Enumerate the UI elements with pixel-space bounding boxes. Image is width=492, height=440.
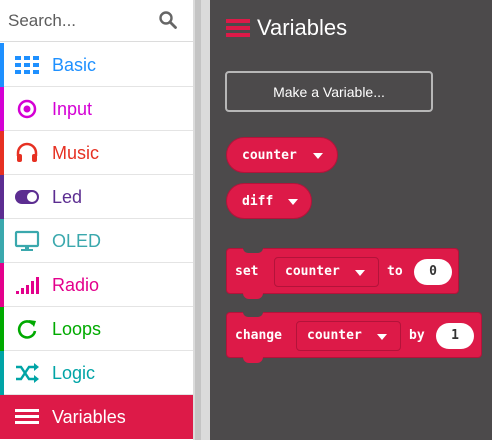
variable-dropdown[interactable]: counter — [274, 257, 379, 287]
category-label: Logic — [52, 363, 96, 383]
scrollbar-thumb[interactable] — [195, 0, 201, 440]
dropdown-value: counter — [307, 328, 362, 343]
number-input[interactable]: 1 — [436, 323, 474, 349]
block-notch — [243, 312, 263, 317]
refresh-icon — [17, 320, 37, 339]
block-keyword-by: by — [409, 328, 425, 343]
block-keyword-change: change — [235, 328, 282, 343]
block-tab — [243, 293, 263, 299]
search-box — [0, 0, 193, 42]
category-label: Variables — [52, 407, 126, 427]
toolbox-scrollbar[interactable] — [193, 0, 210, 440]
block-keyword-set: set — [235, 264, 259, 279]
category-music[interactable]: Music — [0, 131, 193, 175]
signal-bars-icon — [16, 277, 39, 294]
search-input[interactable] — [8, 8, 156, 34]
category-color-bar — [0, 263, 4, 307]
toggle-icon — [15, 190, 39, 204]
dropdown-caret-icon — [355, 270, 365, 276]
category-label: Basic — [52, 55, 97, 75]
variable-reporter-block[interactable]: counter — [226, 137, 338, 173]
set-variable-block[interactable]: set counter to 0 — [226, 248, 459, 299]
category-color-bar — [0, 175, 4, 219]
dropdown-caret-icon — [377, 334, 387, 340]
category-label: Loops — [52, 319, 102, 339]
category-color-bar — [0, 307, 4, 351]
monitor-icon — [14, 230, 40, 251]
category-label: Led — [52, 187, 83, 207]
category-variables[interactable]: Variables — [0, 395, 193, 439]
toolbox: Basic Input Music Led — [0, 0, 193, 440]
category-color-bar — [0, 351, 4, 395]
block-tab — [243, 357, 263, 363]
category-radio[interactable]: Radio — [0, 263, 193, 307]
variable-reporter-block[interactable]: diff — [226, 183, 312, 219]
category-color-bar — [0, 131, 4, 175]
variable-dropdown[interactable]: counter — [296, 321, 401, 351]
change-variable-block[interactable]: change counter by 1 — [226, 312, 482, 363]
category-label: Input — [52, 99, 93, 119]
search-icon[interactable] — [158, 10, 178, 30]
category-label: Radio — [52, 275, 100, 295]
block-notch — [243, 248, 263, 253]
category-label: OLED — [52, 231, 102, 251]
list-icon — [226, 19, 250, 37]
flyout: Variables Make a Variable... counter dif… — [210, 0, 492, 440]
category-loops[interactable]: Loops — [0, 307, 193, 351]
list-icon — [15, 409, 39, 424]
block-keyword-to: to — [387, 264, 403, 279]
target-icon — [17, 99, 37, 119]
headphones-icon — [16, 142, 38, 162]
category-color-bar — [0, 219, 4, 263]
dropdown-value: counter — [285, 264, 340, 279]
category-oled[interactable]: OLED — [0, 219, 193, 263]
make-variable-button[interactable]: Make a Variable... — [225, 71, 433, 112]
shuffle-icon — [16, 363, 39, 383]
dropdown-caret-icon[interactable] — [288, 199, 298, 205]
category-color-bar — [0, 43, 4, 87]
dropdown-caret-icon[interactable] — [313, 153, 323, 159]
number-input[interactable]: 0 — [414, 259, 452, 285]
category-basic[interactable]: Basic — [0, 43, 193, 87]
category-label: Music — [52, 143, 100, 163]
category-color-bar — [0, 87, 4, 131]
variable-name: diff — [242, 194, 274, 209]
flyout-title: Variables — [257, 15, 348, 40]
category-logic[interactable]: Logic — [0, 351, 193, 395]
category-input[interactable]: Input — [0, 87, 193, 131]
category-led[interactable]: Led — [0, 175, 193, 219]
grid-icon — [15, 56, 39, 74]
variable-name: counter — [242, 148, 297, 163]
